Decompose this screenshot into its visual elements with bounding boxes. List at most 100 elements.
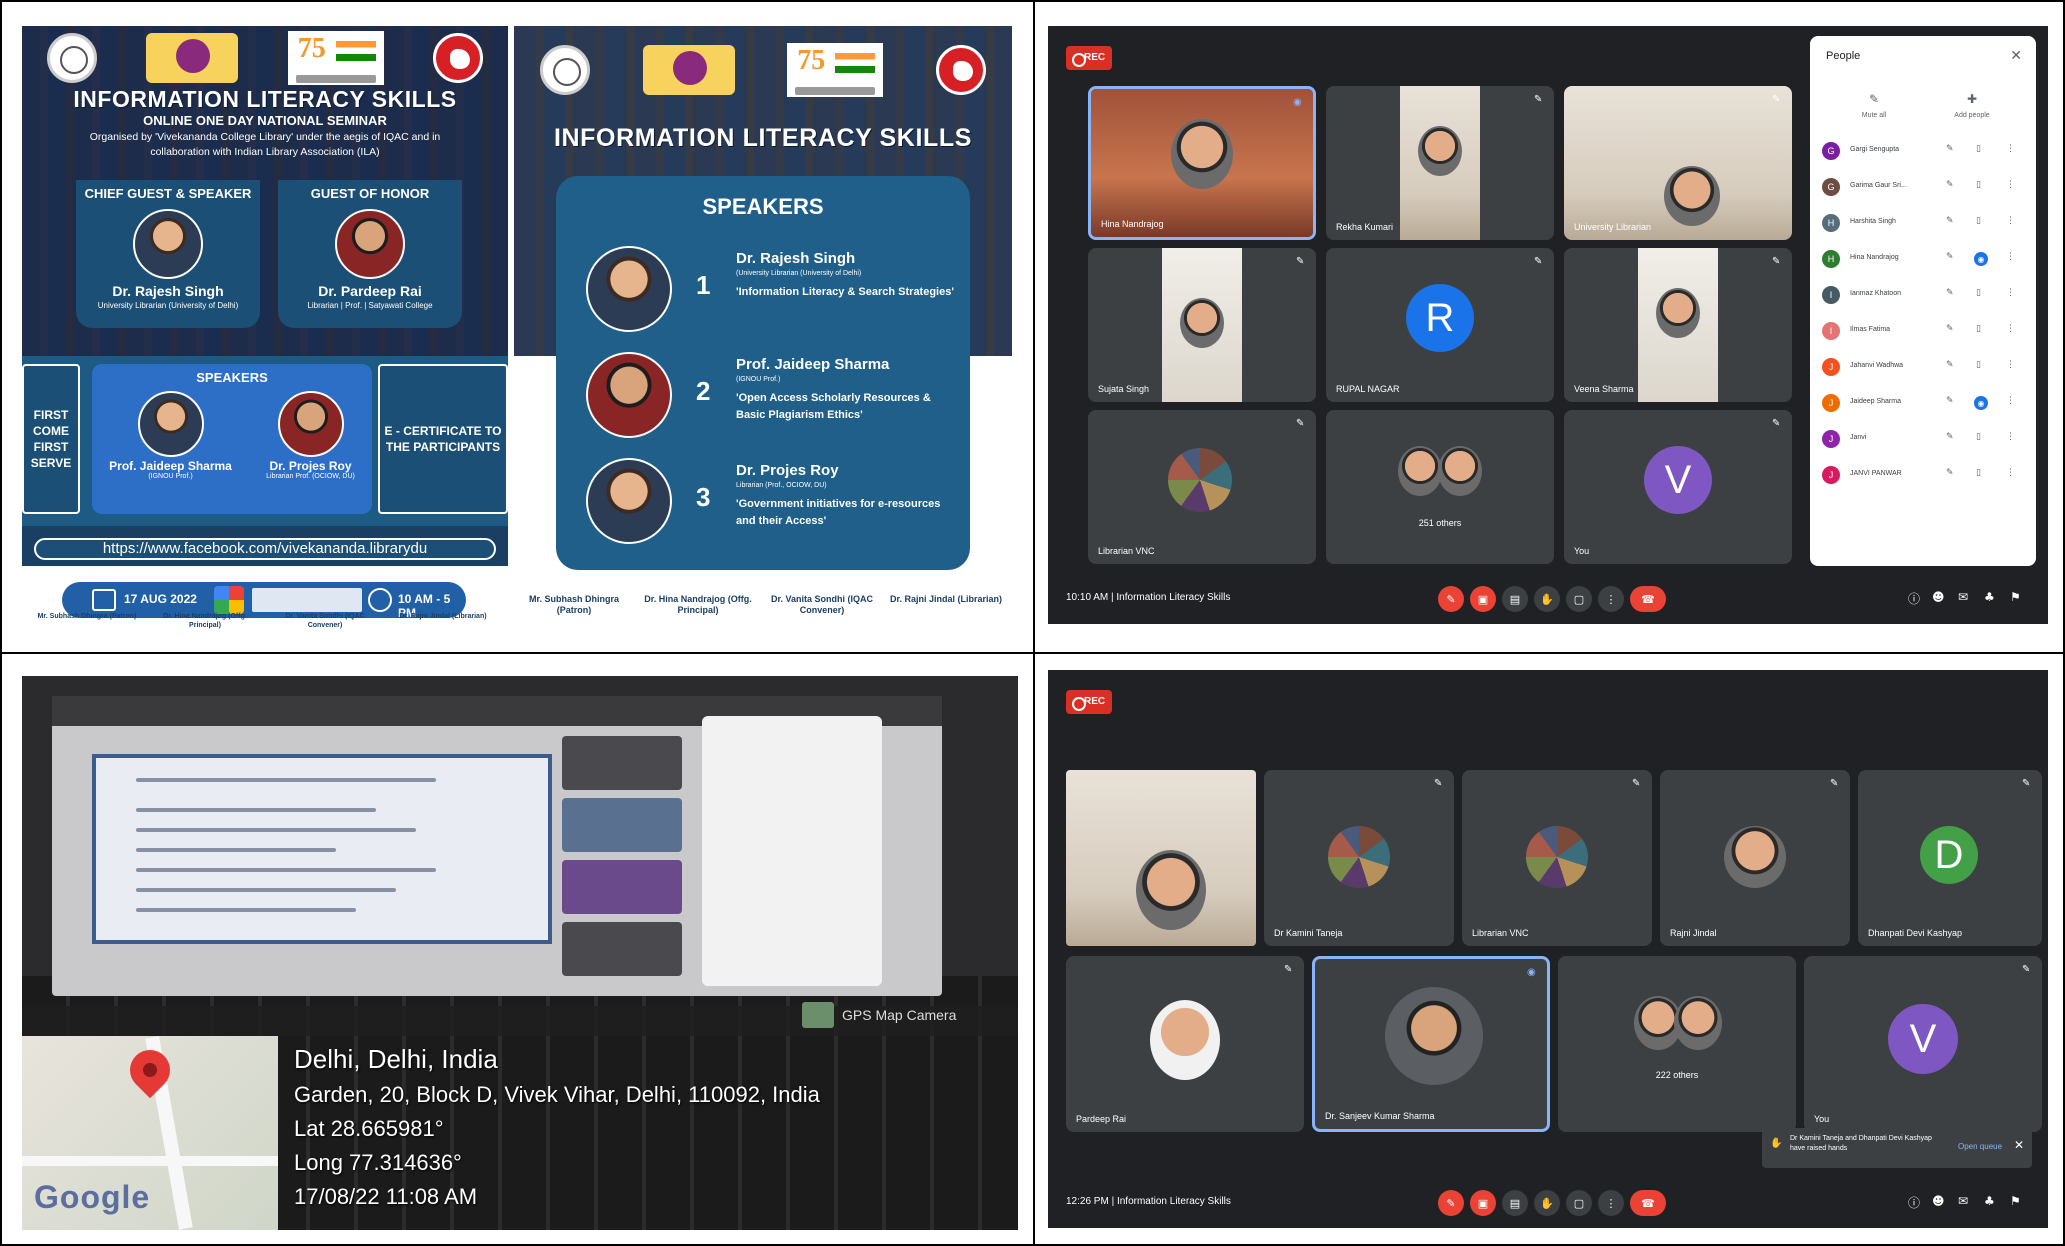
raise-hand-button[interactable]: ✋: [1534, 1190, 1560, 1216]
more-options-icon[interactable]: ⋮: [2006, 252, 2015, 262]
leave-call-button[interactable]: ☎: [1630, 586, 1666, 612]
laptop-photo-geotagged: GPS Map Camera Google Delhi, Delhi, Indi…: [22, 676, 1018, 1230]
host-controls-icon[interactable]: ⚑: [2010, 1194, 2026, 1210]
meeting-control-bar: 10:10 AM | Information Literacy Skills ✎…: [1048, 574, 2048, 624]
host-controls-icon[interactable]: ⚑: [2010, 590, 2026, 606]
participant-tile[interactable]: ✎ Rekha Kumari: [1326, 86, 1554, 240]
open-queue-link[interactable]: Open queue: [1958, 1142, 2002, 1151]
participant-tile[interactable]: ✎ Librarian VNC: [1462, 770, 1652, 946]
participant-list-item[interactable]: H Harshita Singh ✎ ▯ ⋮: [1822, 208, 2028, 238]
info-icon[interactable]: ⓘ: [1908, 590, 1924, 606]
more-options-icon[interactable]: ⋮: [2006, 468, 2015, 478]
google-logo: Google: [34, 1179, 151, 1215]
speaker-desc: (IGNOU Prof.): [736, 376, 781, 383]
mic-off-icon: ✎: [1946, 324, 1954, 334]
pin-icon[interactable]: ▯: [1976, 360, 1981, 370]
pin-icon[interactable]: ▯: [1976, 288, 1981, 298]
mic-toggle-button[interactable]: ✎: [1438, 1190, 1464, 1216]
participant-tile[interactable]: ✎ Rajni Jindal: [1660, 770, 1850, 946]
leave-call-button[interactable]: ☎: [1630, 1190, 1666, 1216]
participant-tile[interactable]: ◉ Hina Nandrajog: [1088, 86, 1316, 240]
participant-avatar: J: [1822, 394, 1840, 412]
camera-toggle-button[interactable]: ▣: [1470, 586, 1496, 612]
text-line: [136, 848, 336, 852]
add-people-button[interactable]: ✚ Add people: [1932, 92, 2012, 119]
chat-icon[interactable]: ✉: [1958, 1194, 1974, 1210]
more-options-icon[interactable]: ⋮: [2006, 144, 2015, 154]
mic-off-icon: ✎: [1296, 418, 1305, 429]
captions-button[interactable]: ▤: [1502, 586, 1528, 612]
participant-tile[interactable]: ✎ Pardeep Rai: [1066, 956, 1304, 1132]
close-icon[interactable]: ✕: [2014, 1138, 2024, 1152]
participant-list-name: Ilmas Fatima: [1850, 326, 1891, 333]
photo-datetime: 17/08/22 11:08 AM: [294, 1184, 478, 1209]
people-panel: [702, 716, 882, 986]
people-icon[interactable]: ☻: [1932, 1194, 1948, 1210]
participant-tile[interactable]: V ✎ You: [1804, 956, 2042, 1132]
mic-off-icon: ✎: [1946, 180, 1954, 190]
more-options-icon[interactable]: ⋮: [2006, 216, 2015, 226]
speaker-row: 3 Dr. Projes Roy Librarian (Prof., OCIOW…: [586, 458, 956, 558]
chat-icon[interactable]: ✉: [1958, 590, 1974, 606]
participant-list-item[interactable]: I Ianmaz Khatoon ✎ ▯ ⋮: [1822, 280, 2028, 310]
poster-title: INFORMATION LITERACY SKILLS: [553, 124, 973, 152]
more-options-button[interactable]: ⋮: [1598, 586, 1624, 612]
participant-name: Sujata Singh: [1098, 384, 1150, 394]
mic-off-icon: ✎: [1946, 288, 1954, 298]
participant-list-item[interactable]: J JANVI PANWAR ✎ ▯ ⋮: [1822, 460, 2028, 490]
organiser-text: Organised by 'Vivekananda College Librar…: [89, 131, 441, 158]
more-options-icon[interactable]: ⋮: [2006, 432, 2015, 442]
more-options-icon[interactable]: ⋮: [2006, 324, 2015, 334]
participant-list-item[interactable]: H Hina Nandrajog ✎ ◉ ⋮: [1822, 244, 2028, 274]
azadi-ka-amrit-mahotsav-logo: 75: [787, 43, 884, 97]
camera-toggle-button[interactable]: ▣: [1470, 1190, 1496, 1216]
people-icon[interactable]: ☻: [1932, 590, 1948, 606]
mic-off-icon: ✎: [1946, 396, 1954, 406]
participant-tile[interactable]: ✎ University Librarian: [1564, 86, 1792, 240]
others-tile[interactable]: 251 others: [1326, 410, 1554, 564]
more-options-icon[interactable]: ⋮: [2006, 288, 2015, 298]
participant-list-item[interactable]: G Gargi Sengupta ✎ ▯ ⋮: [1822, 136, 2028, 166]
activities-icon[interactable]: ♣: [1984, 1194, 2000, 1210]
pin-icon[interactable]: ▯: [1976, 324, 1981, 334]
participant-list-item[interactable]: J Janvi ✎ ▯ ⋮: [1822, 424, 2028, 454]
activities-icon[interactable]: ♣: [1984, 590, 2000, 606]
participant-tile[interactable]: [1066, 770, 1256, 946]
more-options-icon[interactable]: ⋮: [2006, 360, 2015, 370]
participant-tile[interactable]: R ✎ RUPAL NAGAR: [1326, 248, 1554, 402]
participant-list-item[interactable]: I Ilmas Fatima ✎ ▯ ⋮: [1822, 316, 2028, 346]
participant-tile[interactable]: D ✎ Dhanpati Devi Kashyap: [1858, 770, 2042, 946]
pin-icon[interactable]: ▯: [1976, 468, 1981, 478]
more-options-icon[interactable]: ⋮: [2006, 396, 2015, 406]
participant-tile[interactable]: ✎ Veena Sharma: [1564, 248, 1792, 402]
people-title: People: [1826, 50, 1861, 62]
participant-list-item[interactable]: J Jaideep Sharma ✎ ◉ ⋮: [1822, 388, 2028, 418]
participant-avatar: J: [1822, 466, 1840, 484]
present-button[interactable]: ▢: [1566, 1190, 1592, 1216]
close-icon[interactable]: ✕: [2010, 48, 2022, 64]
pin-icon[interactable]: ▯: [1976, 180, 1981, 190]
participant-tile[interactable]: ✎ Dr Kamini Taneja: [1264, 770, 1454, 946]
mute-all-button[interactable]: ✎ Mute all: [1834, 92, 1914, 119]
pin-icon[interactable]: ▯: [1976, 144, 1981, 154]
more-options-button[interactable]: ⋮: [1598, 1190, 1624, 1216]
captions-button[interactable]: ▤: [1502, 1190, 1528, 1216]
facebook-link[interactable]: https://www.facebook.com/vivekananda.lib…: [34, 538, 496, 560]
present-button[interactable]: ▢: [1566, 586, 1592, 612]
mic-toggle-button[interactable]: ✎: [1438, 586, 1464, 612]
raise-hand-button[interactable]: ✋: [1534, 586, 1560, 612]
participant-tile[interactable]: ✎ Librarian VNC: [1088, 410, 1316, 564]
seminar-poster-2: 75 INFORMATION LITERACY SKILLS SPEAKERS …: [514, 26, 1012, 634]
pin-icon[interactable]: ▯: [1976, 216, 1981, 226]
participant-tile[interactable]: ✎ Sujata Singh: [1088, 248, 1316, 402]
participant-tile[interactable]: ◉ Dr. Sanjeev Kumar Sharma: [1312, 956, 1550, 1132]
more-options-icon[interactable]: ⋮: [2006, 180, 2015, 190]
participant-tile[interactable]: V ✎ You: [1564, 410, 1792, 564]
google-meet-session-1: REC ◉ Hina Nandrajog ✎ Rekha Kumari ✎ Un…: [1048, 26, 2048, 624]
others-tile[interactable]: 222 others: [1558, 956, 1796, 1132]
participant-list-item[interactable]: G Garima Gaur Sri... ✎ ▯ ⋮: [1822, 172, 2028, 202]
info-icon[interactable]: ⓘ: [1908, 1194, 1924, 1210]
participant-list-name: Jahanvi Wadhwa: [1850, 362, 1904, 369]
participant-list-item[interactable]: J Jahanvi Wadhwa ✎ ▯ ⋮: [1822, 352, 2028, 382]
pin-icon[interactable]: ▯: [1976, 432, 1981, 442]
